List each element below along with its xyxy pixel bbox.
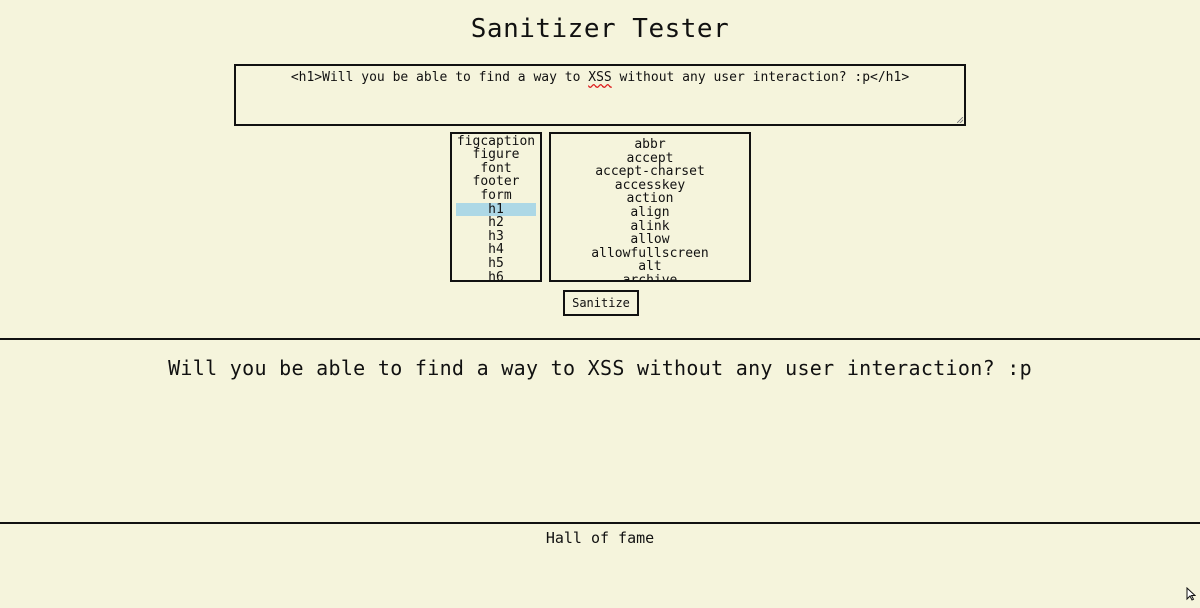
attribute-option[interactable]: allowfullscreen: [555, 247, 745, 261]
tag-option[interactable]: h4: [456, 243, 536, 257]
input-text-end: without any user interaction? :p</h1>: [611, 70, 910, 85]
tag-option[interactable]: figcaption: [456, 134, 536, 149]
tag-option[interactable]: footer: [456, 175, 536, 189]
tag-option[interactable]: h1: [456, 202, 536, 217]
allowed-tags-listbox[interactable]: fieldsetfigcaptionfigurefontfooterformh1…: [450, 132, 542, 282]
input-text-start: <h1>Will you be able to find a way to: [290, 70, 589, 85]
attribute-option[interactable]: align: [555, 206, 745, 220]
input-text-xss-spellcheck: XSS: [588, 70, 612, 85]
attribute-option[interactable]: accept-charset: [555, 165, 745, 179]
tag-option[interactable]: h2: [456, 216, 536, 230]
allowed-attributes-listbox[interactable]: abbr accept accept-charset accesskey action a…: [549, 132, 751, 282]
attribute-option[interactable]: alt: [555, 260, 745, 274]
hall-of-fame-link[interactable]: Hall of fame: [0, 529, 1200, 547]
sanitized-output-heading: Will you be able to find a way to XSS wi…: [168, 356, 1032, 380]
divider-top: [0, 338, 1200, 340]
page-title: Sanitizer Tester: [470, 14, 730, 44]
tag-option[interactable]: form: [456, 189, 536, 203]
attribute-option[interactable]: alink: [555, 219, 745, 234]
attribute-option[interactable]: accesskey: [555, 179, 745, 193]
tag-option[interactable]: h5: [456, 257, 536, 271]
attribute-option[interactable]: accept: [555, 151, 745, 166]
tag-option[interactable]: h6: [456, 270, 536, 280]
sanitize-button[interactable]: Sanitize: [563, 290, 639, 316]
tag-option[interactable]: figure: [456, 148, 536, 162]
attribute-option[interactable]: action: [555, 192, 745, 206]
attribute-option[interactable]: allow: [555, 233, 745, 247]
attribute-option[interactable]: archive: [555, 274, 745, 280]
divider-bottom: [0, 522, 1200, 524]
mouse-pointer-icon: [1186, 587, 1196, 601]
tag-option[interactable]: font: [456, 162, 536, 176]
attribute-option[interactable]: abbr: [555, 138, 745, 152]
html-input-textarea[interactable]: <h1>Will you be able to find a way to XS…: [234, 64, 966, 126]
tag-option[interactable]: h3: [456, 230, 536, 244]
resize-handle-icon[interactable]: [957, 117, 963, 123]
